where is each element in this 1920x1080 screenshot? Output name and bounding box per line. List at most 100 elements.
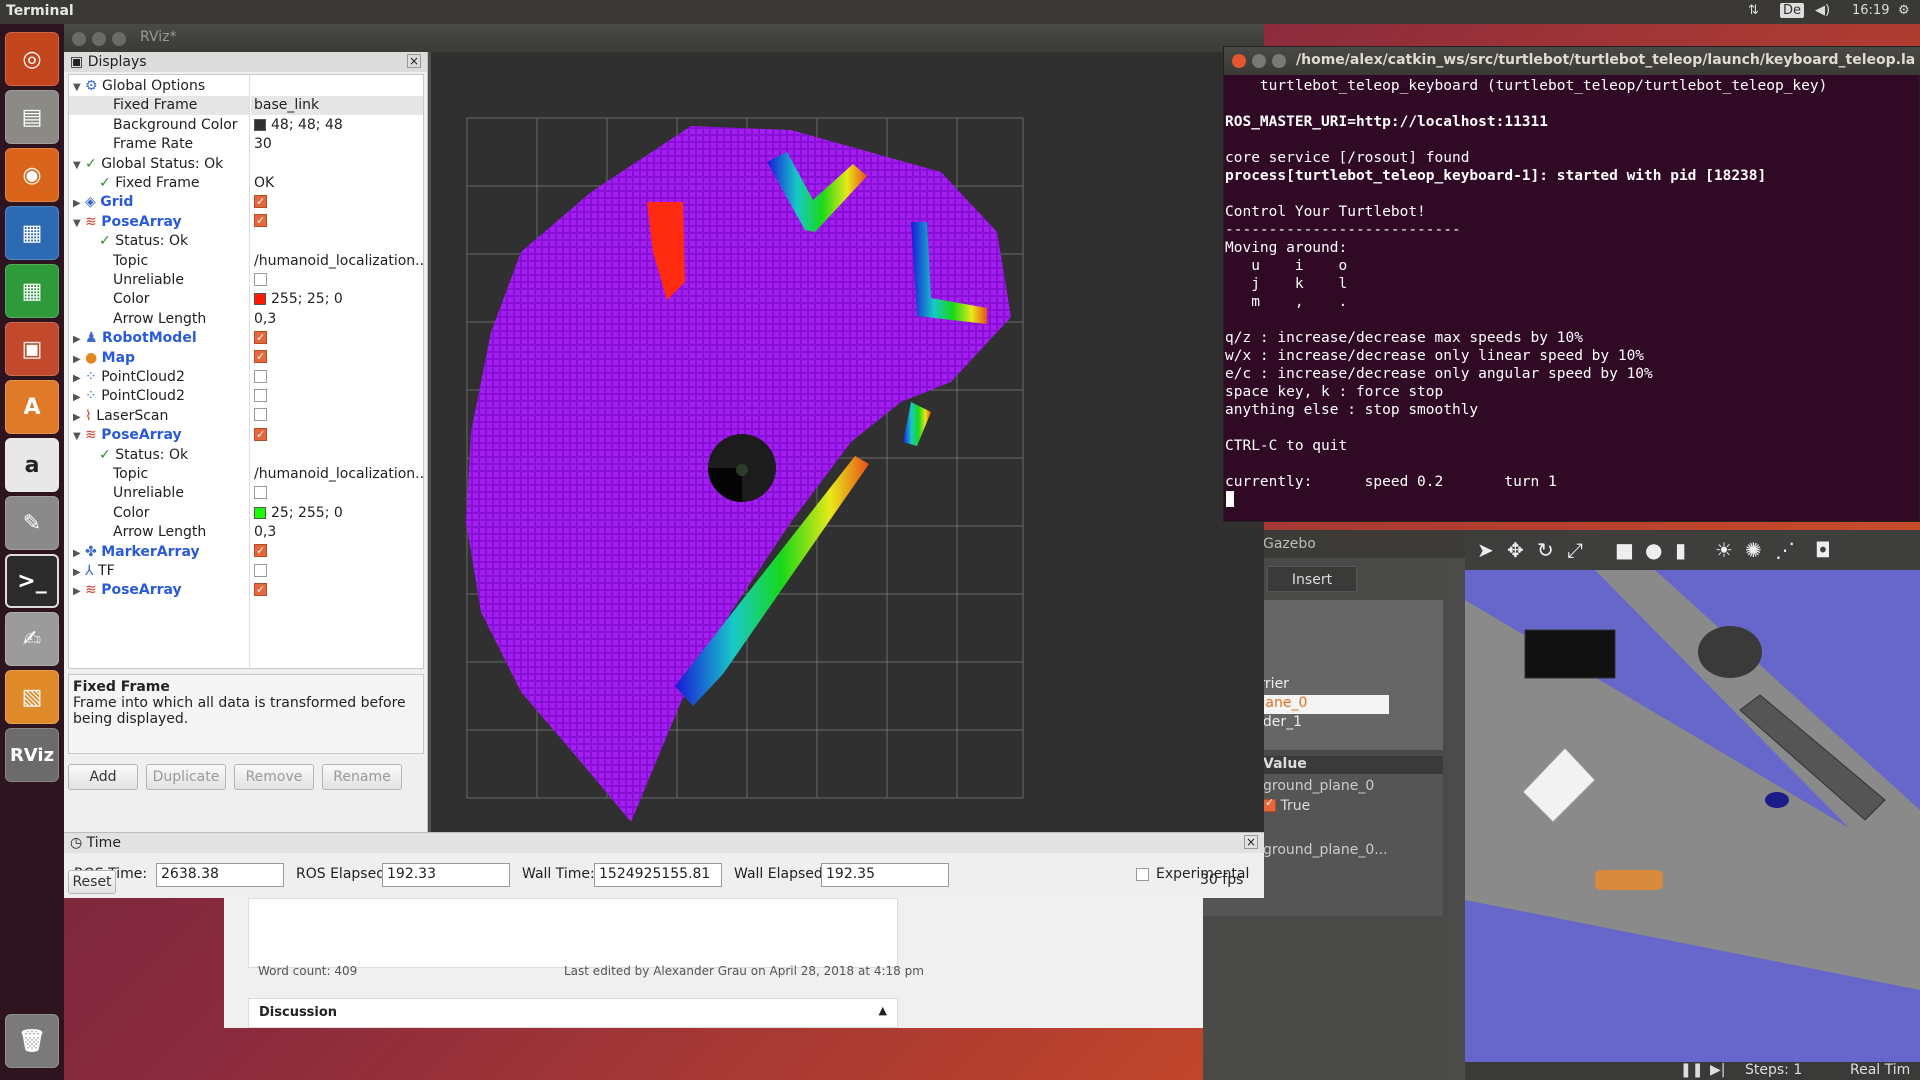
steps-label[interactable]: Steps: 1: [1745, 1062, 1802, 1078]
3d-render-view[interactable]: [431, 52, 1264, 832]
rotate-tool-icon[interactable]: ↻: [1537, 538, 1554, 562]
tree-row-value[interactable]: 0,3: [254, 311, 276, 327]
discussion-box[interactable]: Discussion ▲: [248, 998, 898, 1028]
settings-gear-icon[interactable]: ⚙: [1898, 3, 1910, 18]
enable-checkbox[interactable]: [254, 485, 267, 499]
tree-row[interactable]: Unreliable: [69, 271, 423, 290]
enable-checkbox[interactable]: [254, 543, 267, 560]
keyboard-indicator[interactable]: De: [1780, 3, 1805, 18]
tree-row[interactable]: ▼ ≋ PoseArray: [69, 213, 423, 232]
enable-checkbox[interactable]: [254, 213, 267, 230]
enable-checkbox[interactable]: [254, 388, 267, 402]
expand-arrow-icon[interactable]: ▶: [73, 544, 85, 562]
terminal-maximize-icon[interactable]: [1272, 54, 1286, 68]
tree-row[interactable]: ▶ ⁘ PointCloud2: [69, 368, 423, 387]
color-swatch[interactable]: [254, 293, 266, 306]
expand-arrow-icon[interactable]: ▶: [73, 582, 85, 600]
pause-icon[interactable]: ❚❚: [1680, 1062, 1703, 1078]
tree-row[interactable]: ▶ ⅄ TF: [69, 562, 423, 581]
expand-arrow-icon[interactable]: ▶: [73, 330, 85, 348]
calc-icon[interactable]: ▦: [5, 264, 59, 318]
rename-button[interactable]: Rename: [322, 764, 402, 790]
tree-row[interactable]: Arrow Length 0,3: [69, 310, 423, 329]
tree-row[interactable]: Background Color 48; 48; 48: [69, 116, 423, 135]
tree-row[interactable]: Arrow Length 0,3: [69, 523, 423, 542]
expand-arrow-icon[interactable]: ▼: [73, 214, 85, 232]
terminal-close-icon[interactable]: [1232, 54, 1246, 68]
volume-icon[interactable]: ◀): [1815, 3, 1830, 18]
ros-time-field[interactable]: 2638.38: [156, 863, 284, 887]
tree-row[interactable]: ✓ Fixed Frame OK: [69, 174, 423, 193]
spot-light-icon[interactable]: ✺: [1745, 538, 1762, 562]
close-icon[interactable]: [72, 32, 86, 46]
tree-row[interactable]: Topic/humanoid_localization...: [69, 252, 423, 271]
gazebo-3d-view[interactable]: [1465, 570, 1920, 1062]
firefox-icon[interactable]: ◉: [5, 148, 59, 202]
collapse-icon[interactable]: ▲: [879, 1004, 887, 1017]
expand-arrow-icon[interactable]: ▶: [73, 388, 85, 406]
tab-insert[interactable]: Insert: [1267, 566, 1357, 592]
terminal-output[interactable]: turtlebot_teleop_keyboard (turtlebot_tel…: [1225, 77, 1915, 517]
tree-row[interactable]: ▼ ✓ Global Status: Ok: [69, 155, 423, 174]
files-icon[interactable]: ▤: [5, 90, 59, 144]
step-icon[interactable]: ▶|: [1710, 1062, 1725, 1078]
trash-icon[interactable]: 🗑: [5, 1014, 59, 1068]
tree-row[interactable]: Color 255; 25; 0: [69, 290, 423, 309]
tree-row-value[interactable]: 30: [254, 136, 272, 152]
cylinder-shape-icon[interactable]: ▮: [1675, 538, 1686, 562]
enable-checkbox[interactable]: [254, 272, 267, 286]
close-time-icon[interactable]: ×: [1244, 835, 1258, 849]
tree-row[interactable]: ✓ Status: Ok: [69, 446, 423, 465]
expand-arrow-icon[interactable]: ▶: [73, 408, 85, 426]
enable-checkbox[interactable]: [254, 349, 267, 366]
system-settings-icon[interactable]: ✎: [5, 496, 59, 550]
tree-row[interactable]: ▶ ◈ Grid: [69, 193, 423, 212]
tree-row-value[interactable]: 255; 25; 0: [271, 291, 343, 307]
amazon-icon[interactable]: a: [5, 438, 59, 492]
tree-row[interactable]: ✓ Status: Ok: [69, 232, 423, 251]
expand-arrow-icon[interactable]: ▶: [73, 563, 85, 581]
expand-arrow-icon[interactable]: ▶: [73, 369, 85, 387]
expand-arrow-icon[interactable]: ▶: [73, 350, 85, 368]
clock[interactable]: 16:19: [1852, 3, 1889, 18]
point-light-icon[interactable]: ☀: [1715, 538, 1733, 562]
duplicate-button[interactable]: Duplicate: [146, 764, 226, 790]
sphere-shape-icon[interactable]: ●: [1645, 538, 1662, 562]
enable-checkbox[interactable]: [254, 329, 267, 347]
remove-button[interactable]: Remove: [234, 764, 314, 790]
rviz-icon[interactable]: RViz: [5, 728, 59, 782]
box-shape-icon[interactable]: ■: [1615, 538, 1634, 562]
tree-row[interactable]: ▶ ⌇ LaserScan: [69, 407, 423, 426]
reset-button[interactable]: Reset: [68, 870, 116, 894]
tree-row-value[interactable]: /humanoid_localization...: [254, 466, 423, 482]
screenshot-icon[interactable]: ◘: [1815, 538, 1831, 562]
prop-static-value[interactable]: True: [1263, 796, 1310, 814]
impress-icon[interactable]: ▣: [5, 322, 59, 376]
close-panel-icon[interactable]: ×: [407, 54, 421, 68]
enable-checkbox[interactable]: [254, 193, 267, 211]
enable-checkbox[interactable]: [254, 581, 267, 599]
tree-row-value[interactable]: base_link: [254, 97, 319, 113]
package-icon[interactable]: ▧: [5, 670, 59, 724]
tree-row-value[interactable]: 48; 48; 48: [271, 117, 343, 133]
ubuntu-dash-icon[interactable]: ◎: [5, 32, 59, 86]
enable-checkbox[interactable]: [254, 408, 267, 422]
tree-row[interactable]: ▶ ● Map: [69, 349, 423, 368]
minimize-icon[interactable]: [92, 32, 106, 46]
scale-tool-icon[interactable]: ⤢: [1567, 538, 1583, 562]
tree-row[interactable]: ▶ ♟ RobotModel: [69, 329, 423, 348]
wall-elapsed-field[interactable]: 192.35: [821, 863, 949, 887]
color-swatch[interactable]: [254, 118, 266, 131]
tree-row-value[interactable]: 0,3: [254, 524, 276, 540]
tree-row-value[interactable]: 25; 255; 0: [271, 505, 343, 521]
ros-elapsed-field[interactable]: 192.33: [382, 863, 510, 887]
tree-row[interactable]: ▼ ⚙ Global Options: [69, 77, 423, 96]
maximize-icon[interactable]: [112, 32, 126, 46]
software-center-icon[interactable]: A: [5, 380, 59, 434]
tree-row[interactable]: Unreliable: [69, 484, 423, 503]
tree-row[interactable]: Topic/humanoid_localization...: [69, 465, 423, 484]
tree-row[interactable]: Color 25; 255; 0: [69, 504, 423, 523]
writer-icon[interactable]: ▦: [5, 206, 59, 260]
enable-checkbox[interactable]: [254, 426, 267, 444]
tree-row[interactable]: ▶ ≋ PoseArray: [69, 581, 423, 600]
